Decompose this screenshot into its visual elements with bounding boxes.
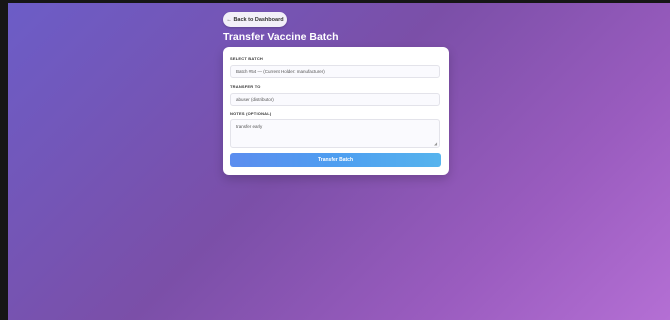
notes-text: transfer early: [236, 124, 263, 129]
notes-textarea[interactable]: transfer early ◢: [230, 119, 440, 148]
transfer-form-card: SELECT BATCH Batch #54 — (Current Holder…: [223, 47, 449, 175]
page-title: Transfer Vaccine Batch: [223, 31, 339, 43]
transfer-to-dropdown[interactable]: abuser (distributor): [230, 93, 440, 106]
back-to-dashboard-button[interactable]: ← Back to Dashboard: [223, 12, 287, 27]
transfer-to-label: TRANSFER TO: [230, 84, 261, 89]
transfer-batch-button[interactable]: Transfer Batch: [230, 153, 441, 167]
resize-grip-icon[interactable]: ◢: [434, 142, 438, 146]
select-batch-label: SELECT BATCH: [230, 56, 263, 61]
left-frame: [0, 0, 8, 320]
select-batch-dropdown[interactable]: Batch #54 — (Current Holder: manufacture…: [230, 65, 440, 78]
notes-label: NOTES (OPTIONAL): [230, 111, 272, 116]
